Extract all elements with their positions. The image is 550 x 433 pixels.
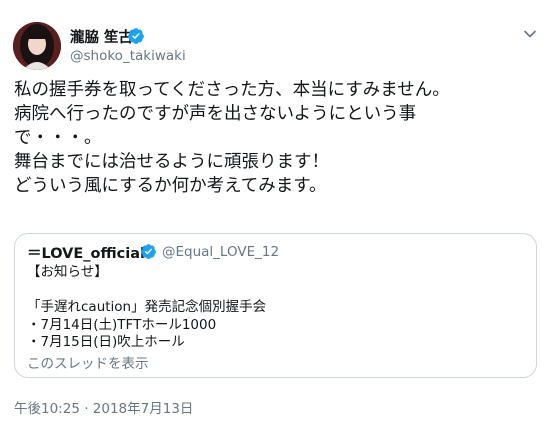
quoted-tweet[interactable]: ＝LOVE_official @Equal_LOVE_12 【お知らせ】 「手遅… bbox=[14, 233, 537, 378]
quoted-verified-badge-icon bbox=[141, 244, 156, 259]
show-thread-link[interactable]: このスレッドを表示 bbox=[27, 352, 149, 372]
tweet-card: 瀧脇 笙古 @shoko_takiwaki 私の握手券を取ってくださった方、本当… bbox=[0, 0, 550, 433]
avatar-image bbox=[13, 22, 61, 70]
tweet-timestamp[interactable]: 午後10:25 · 2018年7月13日 bbox=[14, 397, 193, 417]
tweet-text: 私の握手券を取ってくださった方、本当にすみません。 病院へ行ったのですが声を出さ… bbox=[14, 80, 450, 196]
author-display-name[interactable]: 瀧脇 笙古 bbox=[70, 26, 133, 47]
chevron-down-icon[interactable] bbox=[522, 26, 538, 42]
quoted-text: 【お知らせ】 「手遅れcaution」発売記念個別握手会 ・7月14日(土)TF… bbox=[27, 264, 267, 350]
author-avatar[interactable] bbox=[13, 22, 61, 70]
quoted-handle: @Equal_LOVE_12 bbox=[162, 244, 280, 260]
author-handle[interactable]: @shoko_takiwaki bbox=[70, 48, 186, 64]
verified-badge-icon bbox=[128, 28, 144, 44]
quoted-display-name: ＝LOVE_official bbox=[27, 246, 145, 262]
